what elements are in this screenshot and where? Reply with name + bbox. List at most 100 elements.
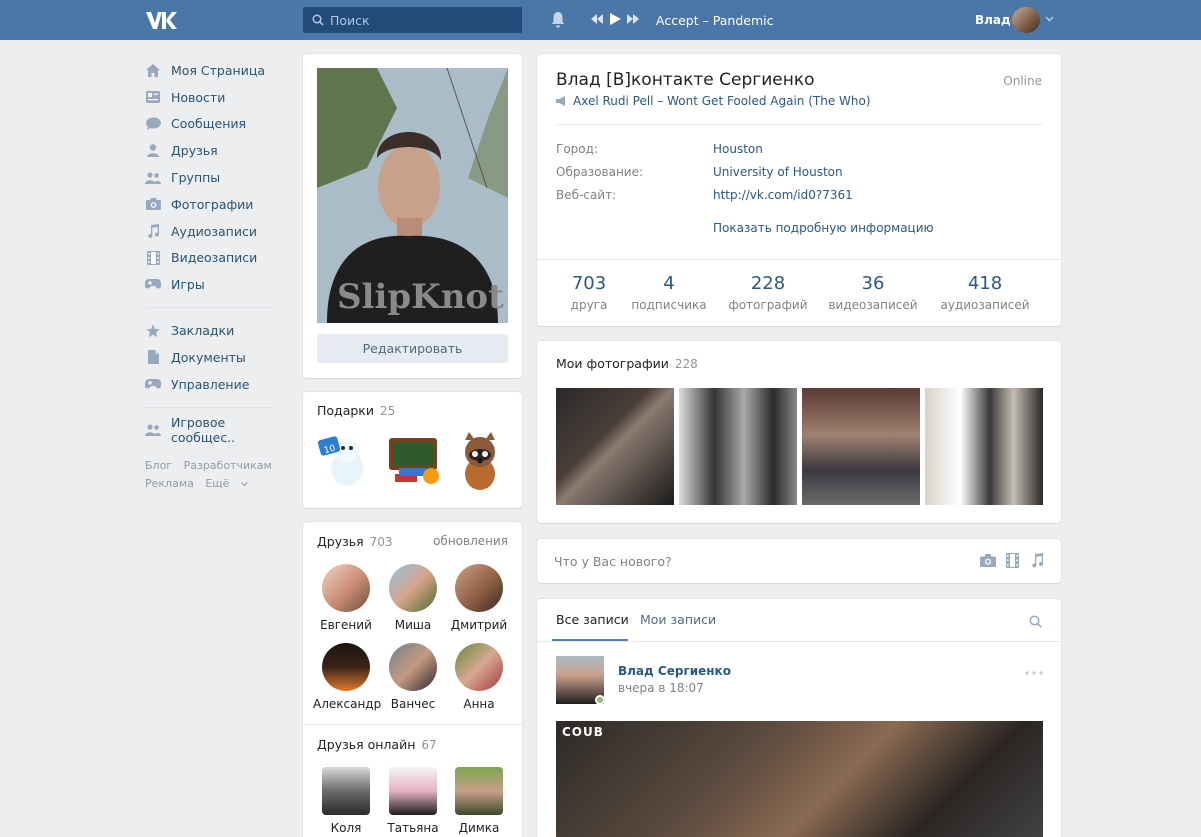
nav-documents[interactable]: Документы (145, 344, 285, 371)
search-input[interactable]: Поиск (330, 13, 370, 28)
gift-raccoon[interactable] (453, 430, 507, 492)
nav-divider (145, 307, 275, 309)
counter-videos[interactable]: 36 видеозаписей (818, 273, 928, 312)
nav-groups[interactable]: Группы (145, 164, 285, 191)
post-author-name[interactable]: Влад Сергиенко (618, 664, 731, 678)
messages-icon (145, 116, 161, 132)
friends-online-header[interactable]: Друзья онлайн 67 (317, 737, 437, 752)
status-text: Axel Rudi Pell – Wont Get Fooled Again (… (573, 94, 871, 108)
info-value-website[interactable]: http://vk.com/id0?7361 (713, 188, 853, 202)
post-video[interactable]: COUB (556, 721, 1043, 837)
chevron-down-icon[interactable] (1045, 16, 1054, 22)
search-icon (312, 14, 324, 26)
info-value-education[interactable]: University of Houston (713, 165, 843, 179)
friend-item[interactable]: Миша (380, 564, 446, 632)
groups-icon (145, 422, 161, 438)
film-icon[interactable] (1006, 553, 1019, 568)
friend-item[interactable]: Анна (446, 643, 512, 711)
gifts-card: Подарки 25 10 (303, 392, 522, 508)
more-options-icon[interactable] (1025, 671, 1043, 675)
document-icon (145, 349, 161, 365)
header-avatar[interactable] (1012, 7, 1040, 33)
footer-developers-link[interactable]: Разработчикам (184, 459, 272, 472)
online-friend-item[interactable]: Татьяна (380, 767, 446, 835)
music-icon (145, 223, 161, 239)
info-value-city[interactable]: Houston (713, 142, 763, 156)
online-friend-item[interactable]: Коля (313, 767, 379, 835)
post-time[interactable]: вчера в 18:07 (618, 681, 704, 695)
edit-profile-button[interactable]: Редактировать (317, 334, 508, 363)
gift-snowman[interactable]: 10 (317, 430, 375, 490)
gamepad-icon (145, 277, 161, 293)
gift-school-board[interactable] (385, 434, 443, 490)
friend-icon (145, 143, 161, 159)
coub-logo: COUB (562, 725, 604, 739)
nav-games[interactable]: Игры (145, 271, 285, 298)
nav-messages[interactable]: Сообщения (145, 111, 285, 138)
counter-number: 36 (861, 273, 885, 294)
nav-video[interactable]: Видеозаписи (145, 245, 285, 272)
photo-thumbnail[interactable] (556, 388, 674, 505)
previous-icon[interactable] (590, 12, 604, 26)
friend-avatar (389, 564, 437, 612)
counter-photos[interactable]: 228 фотографий (713, 273, 823, 312)
camera-icon[interactable] (980, 554, 996, 567)
vk-logo[interactable] (145, 9, 177, 31)
tab-all-posts[interactable]: Все записи (556, 612, 629, 627)
nav-audio[interactable]: Аудиозаписи (145, 218, 285, 245)
friend-name: Дмитрий (450, 618, 508, 632)
nav-label: Аудиозаписи (171, 223, 257, 239)
section-divider (556, 124, 1042, 125)
post-input[interactable]: Что у Вас нового? (554, 554, 672, 569)
nav-friends[interactable]: Друзья (145, 137, 285, 164)
gifts-title: Подарки (317, 403, 374, 418)
friends-title: Друзья (317, 534, 364, 549)
play-icon[interactable] (608, 12, 622, 26)
photo-thumbnail[interactable] (925, 388, 1043, 505)
friend-item[interactable]: Александр (313, 643, 381, 711)
camera-icon (145, 196, 161, 212)
section-divider (303, 724, 522, 725)
chevron-down-icon (241, 482, 248, 487)
profile-counters: 703 друга 4 подписчика 228 фотографий 36… (537, 259, 1061, 326)
nav-label: Фотографии (171, 196, 254, 212)
music-icon[interactable] (1031, 553, 1043, 568)
online-friend-item[interactable]: Димка (446, 767, 512, 835)
friend-avatar (455, 643, 503, 691)
nav-label: Документы (171, 349, 246, 365)
bell-icon[interactable] (550, 11, 566, 31)
friend-item[interactable]: Евгений (313, 564, 379, 632)
now-playing-track[interactable]: Accept – Pandemic (656, 13, 774, 28)
profile-photo[interactable]: SlipKnot (317, 68, 508, 323)
friends-updates-link[interactable]: обновления (433, 534, 508, 548)
photos-header[interactable]: Мои фотографии 228 (556, 356, 698, 371)
info-label: Веб-сайт: (556, 188, 617, 202)
gifts-header[interactable]: Подарки 25 (317, 403, 395, 418)
nav-game-community[interactable]: Игровое сообщес.. (145, 415, 285, 445)
friend-name: Миша (394, 618, 432, 632)
footer-blog-link[interactable]: Блог (145, 459, 172, 472)
footer-ads-link[interactable]: Реклама (145, 477, 194, 490)
nav-news[interactable]: Новости (145, 84, 285, 111)
photo-thumbnail[interactable] (802, 388, 920, 505)
search-box[interactable]: Поиск (303, 7, 522, 33)
show-more-info-link[interactable]: Показать подробную информацию (713, 221, 934, 235)
profile-status[interactable]: Axel Rudi Pell – Wont Get Fooled Again (… (556, 94, 871, 108)
nav-photos[interactable]: Фотографии (145, 191, 285, 218)
nav-my-page[interactable]: Моя Страница (145, 57, 285, 84)
next-icon[interactable] (626, 12, 640, 26)
photo-thumbnail[interactable] (679, 388, 797, 505)
friends-header[interactable]: Друзья 703 (317, 534, 393, 549)
nav-bookmarks[interactable]: Закладки (145, 317, 285, 344)
counter-followers[interactable]: 4 подписчика (614, 273, 724, 312)
nav-management[interactable]: Управление (145, 371, 285, 398)
friend-item[interactable]: Ванчес (380, 643, 446, 711)
counter-audio[interactable]: 418 аудиозаписей (930, 273, 1040, 312)
search-icon[interactable] (1029, 615, 1042, 628)
footer-more-link[interactable]: Ещё (205, 477, 248, 490)
online-indicator (595, 695, 605, 705)
nav-label: Сообщения (171, 116, 247, 132)
tab-my-posts[interactable]: Мои записи (640, 612, 716, 627)
friend-item[interactable]: Дмитрий (446, 564, 512, 632)
header-user-name[interactable]: Влад (975, 13, 1011, 27)
